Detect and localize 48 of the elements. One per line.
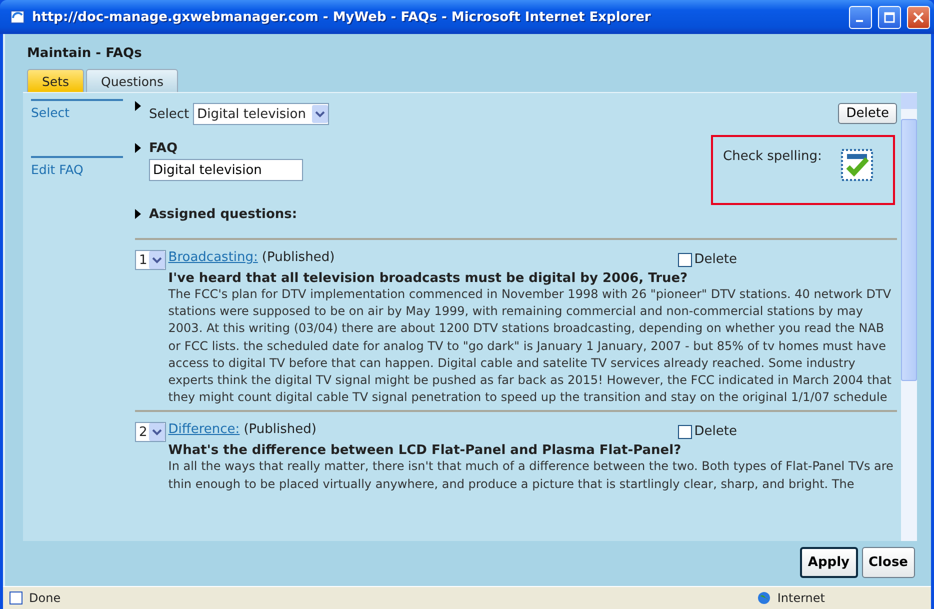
question-title: What's the difference between LCD Flat-Panel and Plasma Flat-Panel? bbox=[168, 443, 682, 458]
page-icon bbox=[9, 591, 23, 605]
status-text: (Published) bbox=[262, 250, 336, 265]
faq-heading: FAQ bbox=[149, 141, 179, 156]
dialog-button[interactable]: Close bbox=[862, 547, 915, 578]
maximize-button[interactable] bbox=[878, 6, 901, 28]
category-link[interactable]: Difference: bbox=[168, 422, 240, 438]
minimize-icon bbox=[856, 20, 862, 22]
delete-checkbox[interactable] bbox=[678, 424, 692, 439]
maximize-icon bbox=[884, 12, 895, 22]
page-title: Maintain - FAQs bbox=[26, 45, 143, 63]
answer-text: The FCC's plan for DTV implementation commenced in November 1998 with 26 "pioneer" DTV stations. 40 network DTV stations were supposed to be on air by May 1999, with remaining commercial and non-commercial stations by may 2003. At this writing (03/04) there are about 1200 DTV stations broadcasting, depending on whether you read the NAB or FCC lists. the scheduled date for analog TV to "go dark" is January 1 January, 2007 - but 85% of tv homes must have access to digital TV before that can happen. Digital cable and satelite TV services already reached. Some industry experts think the digital TV signal might be pushed as far back as 2015! However, the FCC indicated in March 2004 that they might count digital cable TV signal penetration to speed up the transition and stay on the original 1/1/07 schedule bbox=[168, 286, 893, 406]
window-title: http://doc-manage.gxwebmanager.com - MyWeb - FAQs - Microsoft Internet Explorer bbox=[32, 10, 652, 24]
status-text: (Published) bbox=[244, 422, 318, 438]
assigned-questions-heading: Assigned questions: bbox=[149, 207, 298, 222]
faq-dropdown[interactable]: Digital television bbox=[193, 103, 329, 125]
minimize-button[interactable] bbox=[849, 6, 872, 28]
order-dropdown[interactable]: 2 bbox=[135, 422, 166, 442]
question-title: I've heard that all television broadcasts must be digital by 2006, True? bbox=[168, 271, 689, 286]
tab[interactable]: Sets bbox=[27, 69, 84, 92]
zone-text: Internet bbox=[777, 591, 825, 605]
delete-label: Delete bbox=[694, 424, 737, 440]
dialog-button[interactable]: Apply bbox=[800, 547, 858, 578]
order-dropdown[interactable]: 1 bbox=[135, 250, 166, 270]
sidebar-link[interactable]: Edit FAQ bbox=[31, 156, 123, 177]
close-icon bbox=[913, 12, 924, 22]
triangle-icon bbox=[135, 209, 141, 219]
caret-icon bbox=[149, 423, 166, 442]
answer-text: In all the ways that really matter, there isn't that much of a difference between the two. Both types of Flat-Panel TVs are thin enough to be placed virtually anywhere, and produce a picture that is startlingly clear, sharp, and bright. The bbox=[168, 458, 894, 493]
faq-name-field[interactable]: Digital television bbox=[149, 159, 303, 181]
select-label: Select bbox=[149, 107, 190, 122]
caret-icon bbox=[312, 105, 328, 123]
triangle-icon bbox=[135, 143, 141, 153]
status-text: Done bbox=[29, 591, 62, 605]
delete-checkbox[interactable] bbox=[678, 252, 692, 266]
check-spelling-label: Check spelling: bbox=[723, 149, 822, 166]
sidebar-link[interactable]: Select bbox=[31, 99, 123, 120]
tab[interactable]: Questions bbox=[86, 69, 178, 92]
close-button[interactable] bbox=[907, 6, 930, 28]
caret-icon bbox=[149, 251, 166, 269]
delete-label: Delete bbox=[694, 252, 737, 267]
delete-button[interactable]: Delete bbox=[838, 103, 897, 124]
globe-icon bbox=[757, 591, 772, 605]
scrollbar[interactable] bbox=[901, 93, 917, 541]
browser-icon bbox=[10, 9, 26, 25]
triangle-icon bbox=[135, 101, 141, 111]
spell-check-icon[interactable] bbox=[841, 149, 873, 181]
category-link[interactable]: Broadcasting: bbox=[168, 250, 258, 265]
